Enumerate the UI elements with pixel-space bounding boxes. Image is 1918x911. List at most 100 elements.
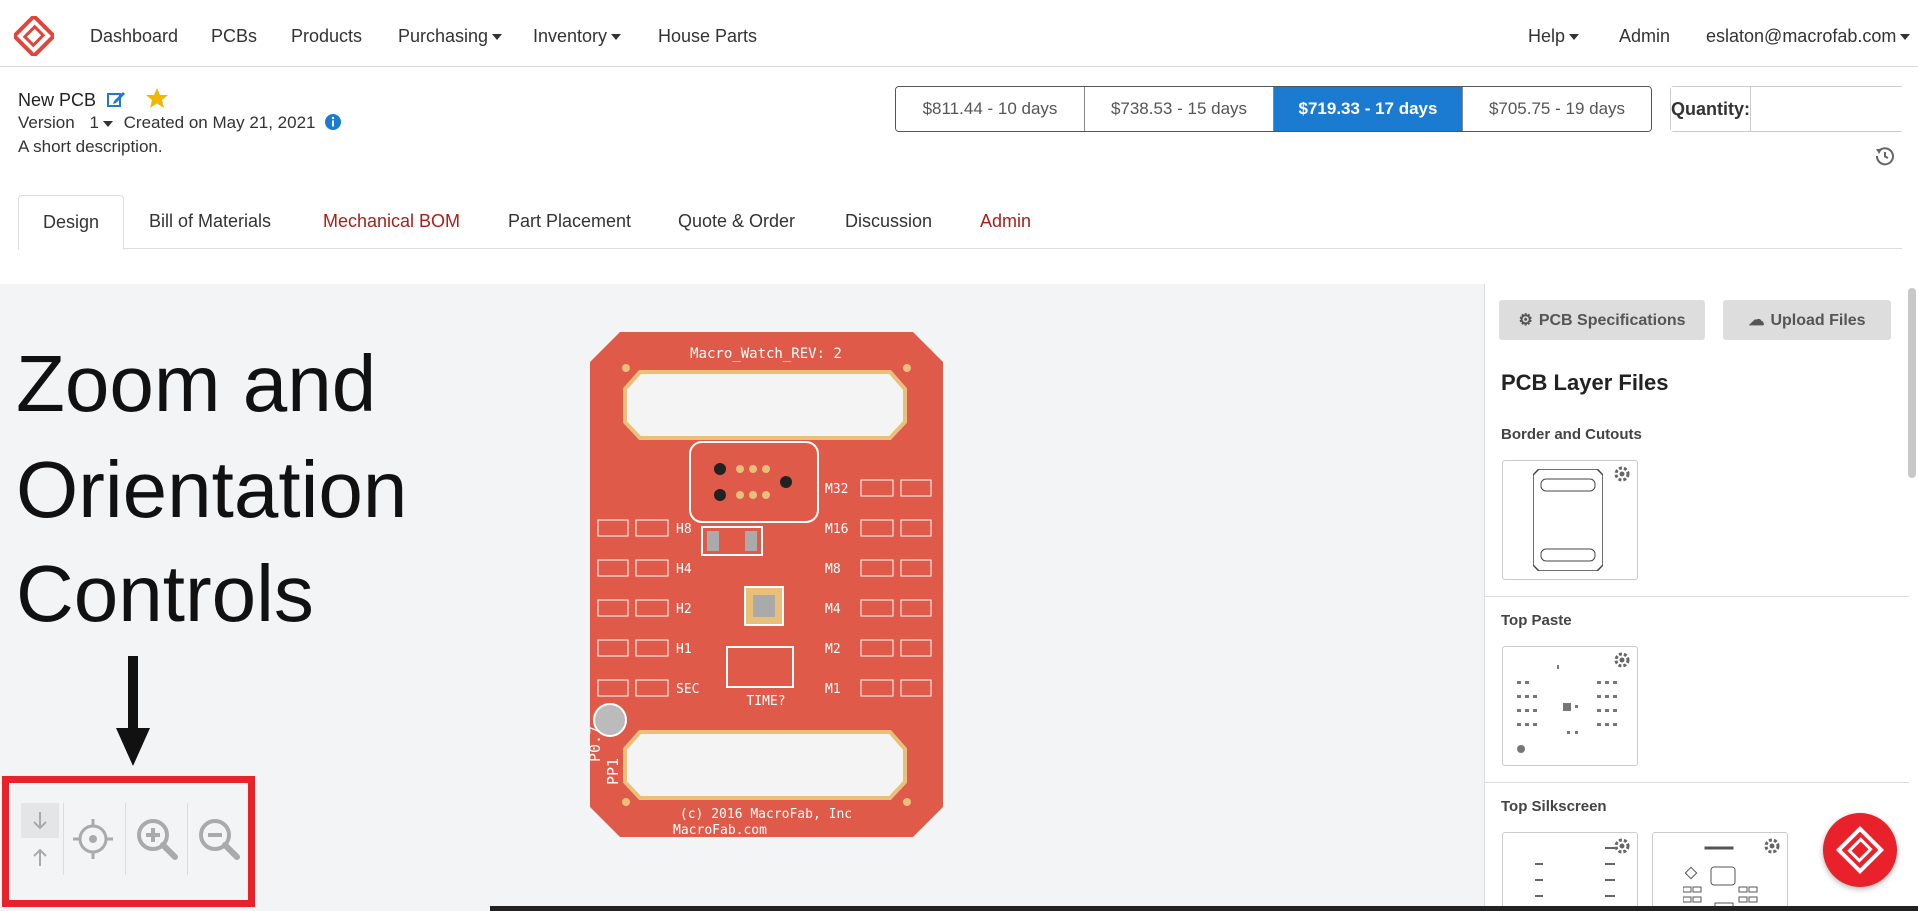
tab-mechanical-bom[interactable]: Mechanical BOM xyxy=(323,195,460,248)
chevron-down-icon xyxy=(102,120,113,127)
version-label: Version xyxy=(18,113,75,132)
silkscreen-preview-icon xyxy=(1535,847,1615,897)
version-value: 1 xyxy=(89,113,99,132)
zoom-controls-highlight xyxy=(2,776,255,907)
rotate-down-button[interactable] xyxy=(21,803,59,838)
led-label-h8: H8 xyxy=(676,522,692,537)
led-label-m4: M4 xyxy=(825,602,841,617)
tab-quote-order[interactable]: Quote & Order xyxy=(678,195,795,248)
chevron-down-icon xyxy=(492,34,503,41)
price-option-17-days[interactable]: $719.33 - 17 days xyxy=(1274,87,1463,131)
star-icon[interactable] xyxy=(145,87,169,109)
price-option-10-days[interactable]: $811.44 - 10 days xyxy=(896,87,1085,131)
nav-products[interactable]: Products xyxy=(291,26,362,47)
pcb-title-row: New PCB xyxy=(18,87,169,111)
pcb-side-label: P0.7 xyxy=(590,726,604,762)
nav-purchasing-label: Purchasing xyxy=(398,26,489,46)
rotate-up-button[interactable] xyxy=(21,840,59,875)
crosshair-icon xyxy=(73,819,113,859)
pcb-render[interactable]: Macro_Watch_REV: 2 TIME? P0.7 PP1 (c) 20… xyxy=(590,332,943,837)
macrofab-logo-icon xyxy=(1835,825,1885,875)
top-navbar: Dashboard PCBs Products Purchasing Inven… xyxy=(0,6,1918,67)
arrow-down-icon xyxy=(116,656,150,766)
pcb-footer-1: (c) 2016 MacroFab, Inc xyxy=(680,807,852,822)
tab-part-placement[interactable]: Part Placement xyxy=(508,195,631,248)
layer-thumb-top-paste[interactable] xyxy=(1502,646,1638,766)
section-divider xyxy=(1485,596,1909,597)
pcb-specifications-button[interactable]: ⚙ PCB Specifications xyxy=(1499,300,1705,340)
led-label-m2: M2 xyxy=(825,642,841,657)
gear-icon[interactable] xyxy=(1613,465,1631,483)
led-label-h2: H2 xyxy=(676,602,692,617)
nav-purchasing[interactable]: Purchasing xyxy=(398,26,503,47)
layer-thumb-top-silkscreen-1[interactable] xyxy=(1502,832,1638,911)
annotation-line-3: Controls xyxy=(16,549,314,638)
section-top-silkscreen: Top Silkscreen xyxy=(1501,798,1607,815)
pcb-viewer[interactable]: Zoom and Orientation Controls Macro_Watc… xyxy=(0,284,1485,911)
chevron-down-icon xyxy=(1569,34,1580,41)
bottom-scrollbar[interactable] xyxy=(490,906,1918,911)
zoom-in-button[interactable] xyxy=(131,813,183,865)
logo-icon xyxy=(11,13,57,59)
nav-inventory-label: Inventory xyxy=(533,26,608,46)
gear-icon: ⚙ xyxy=(1518,312,1533,329)
tab-bill-of-materials[interactable]: Bill of Materials xyxy=(149,195,271,248)
pcb-time-label: TIME? xyxy=(746,694,785,709)
nav-help-label: Help xyxy=(1528,26,1566,46)
tab-design[interactable]: Design xyxy=(18,195,124,250)
version-row: Version 1 Created on May 21, 2021 xyxy=(18,113,342,133)
annotation-line-1: Zoom and xyxy=(16,339,377,428)
pcb-title: Macro_Watch_REV: 2 xyxy=(690,346,842,362)
nav-inventory[interactable]: Inventory xyxy=(533,26,622,47)
history-icon[interactable] xyxy=(1874,145,1896,167)
gear-icon[interactable] xyxy=(1763,837,1781,855)
nav-pcbs[interactable]: PCBs xyxy=(211,26,257,47)
upload-files-label: Upload Files xyxy=(1770,312,1866,329)
led-label-m16: M16 xyxy=(825,522,848,537)
info-icon[interactable] xyxy=(324,113,342,131)
section-border-cutouts: Border and Cutouts xyxy=(1501,426,1642,443)
nav-user-menu[interactable]: eslaton@macrofab.com xyxy=(1706,26,1911,47)
led-label-h4: H4 xyxy=(676,562,692,577)
price-options: $811.44 - 10 days $738.53 - 15 days $719… xyxy=(895,86,1652,132)
quantity-group: Quantity: xyxy=(1670,86,1918,132)
quantity-input[interactable] xyxy=(1751,87,1918,131)
annotation-line-2: Orientation xyxy=(16,445,408,534)
macrofab-logo[interactable] xyxy=(11,13,57,59)
nav-help[interactable]: Help xyxy=(1528,26,1580,47)
nav-dashboard[interactable]: Dashboard xyxy=(90,26,178,47)
border-preview-icon xyxy=(1533,469,1603,571)
chevron-down-icon xyxy=(1900,34,1911,41)
led-label-sec: SEC xyxy=(676,682,699,697)
section-divider xyxy=(1485,782,1909,783)
zoom-out-button[interactable] xyxy=(193,813,245,865)
arrow-up-small-icon xyxy=(33,848,47,866)
recenter-button[interactable] xyxy=(67,813,119,865)
led-label-m32: M32 xyxy=(825,482,848,497)
price-option-19-days[interactable]: $705.75 - 19 days xyxy=(1463,87,1651,131)
version-select[interactable]: 1 xyxy=(89,113,113,132)
layer-thumb-top-silkscreen-2[interactable] xyxy=(1652,832,1788,911)
cloud-upload-icon: ☁ xyxy=(1748,312,1765,329)
help-chat-button[interactable] xyxy=(1823,813,1897,887)
control-divider xyxy=(187,803,188,875)
upload-files-button[interactable]: ☁ Upload Files xyxy=(1723,300,1891,340)
created-date: Created on May 21, 2021 xyxy=(123,113,316,132)
section-top-paste: Top Paste xyxy=(1501,612,1572,629)
quantity-label: Quantity: xyxy=(1671,87,1751,131)
zoom-in-icon xyxy=(137,819,178,860)
page-title: New PCB xyxy=(18,90,97,110)
layer-thumb-border[interactable] xyxy=(1502,460,1638,580)
nav-house-parts[interactable]: House Parts xyxy=(658,26,757,47)
zoom-out-icon xyxy=(199,819,240,860)
panel-scrollbar-thumb[interactable] xyxy=(1908,288,1916,478)
layer-files-heading: PCB Layer Files xyxy=(1501,370,1669,395)
nav-admin[interactable]: Admin xyxy=(1619,26,1670,47)
pcb-specifications-label: PCB Specifications xyxy=(1538,312,1686,329)
price-option-15-days[interactable]: $738.53 - 15 days xyxy=(1085,87,1274,131)
tab-discussion[interactable]: Discussion xyxy=(845,195,932,248)
user-email: eslaton@macrofab.com xyxy=(1706,26,1897,46)
edit-icon[interactable] xyxy=(106,89,126,109)
tab-admin[interactable]: Admin xyxy=(980,195,1031,248)
chevron-down-icon xyxy=(611,34,622,41)
